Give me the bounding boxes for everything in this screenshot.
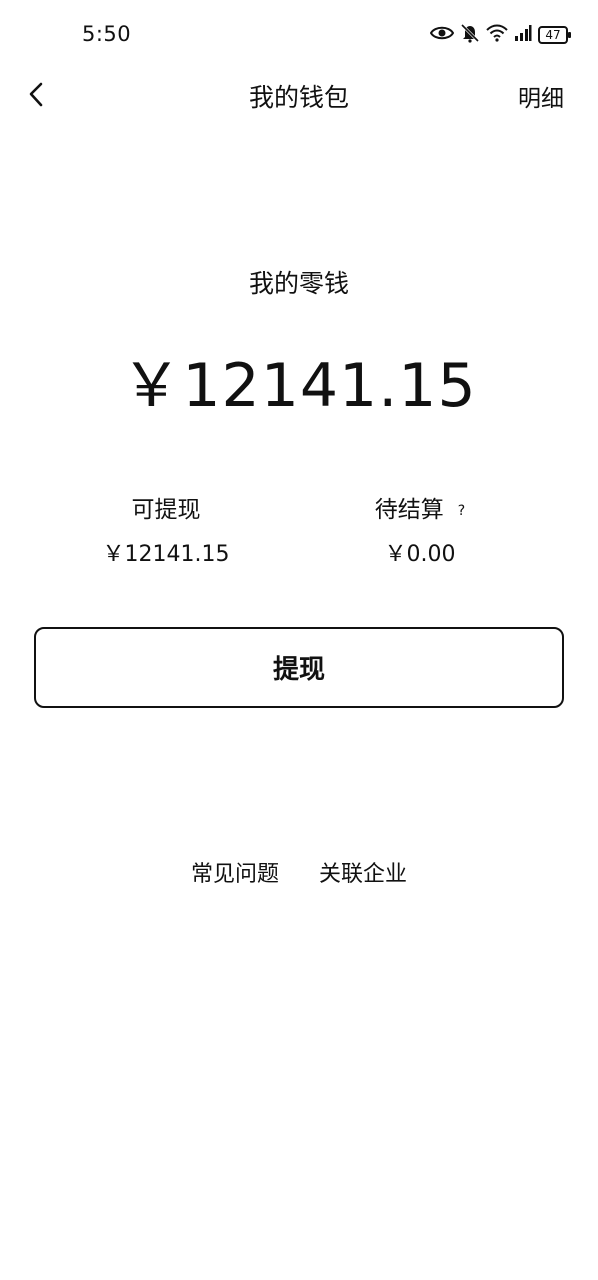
pending-section: 待结算? ￥0.00 bbox=[320, 494, 520, 568]
withdrawable-value: ￥12141.15 bbox=[102, 542, 230, 567]
help-icon[interactable]: ? bbox=[458, 503, 465, 519]
faq-link[interactable]: 常见问题 bbox=[191, 856, 279, 888]
status-bar: 5:50 47 bbox=[0, 0, 598, 70]
withdrawable-label: 可提现 bbox=[131, 497, 201, 523]
wifi-icon bbox=[486, 24, 508, 46]
battery-icon: 47 bbox=[538, 26, 571, 44]
linked-company-link[interactable]: 关联企业 bbox=[319, 856, 407, 888]
status-time: 5:50 bbox=[82, 22, 132, 46]
withdrawable-section: 可提现 ￥12141.15 bbox=[66, 494, 266, 568]
signal-icon bbox=[514, 24, 532, 46]
nav-bar: 我的钱包 明细 bbox=[0, 70, 598, 120]
pending-label: 待结算 bbox=[374, 497, 444, 523]
status-icons: 47 bbox=[429, 22, 571, 48]
page-title: 我的钱包 bbox=[248, 83, 349, 112]
balance-label: 我的零钱 bbox=[248, 269, 349, 298]
balance-amount: ￥12141.15 bbox=[121, 351, 477, 421]
withdraw-button[interactable]: 提现 bbox=[34, 627, 564, 708]
pending-label-row: 待结算? bbox=[320, 494, 520, 526]
bell-muted-icon bbox=[460, 23, 480, 47]
footer-links: 常见问题 关联企业 bbox=[0, 856, 598, 888]
eye-icon bbox=[429, 25, 455, 45]
pending-value: ￥0.00 bbox=[384, 542, 456, 567]
detail-link[interactable]: 明细 bbox=[518, 79, 564, 113]
